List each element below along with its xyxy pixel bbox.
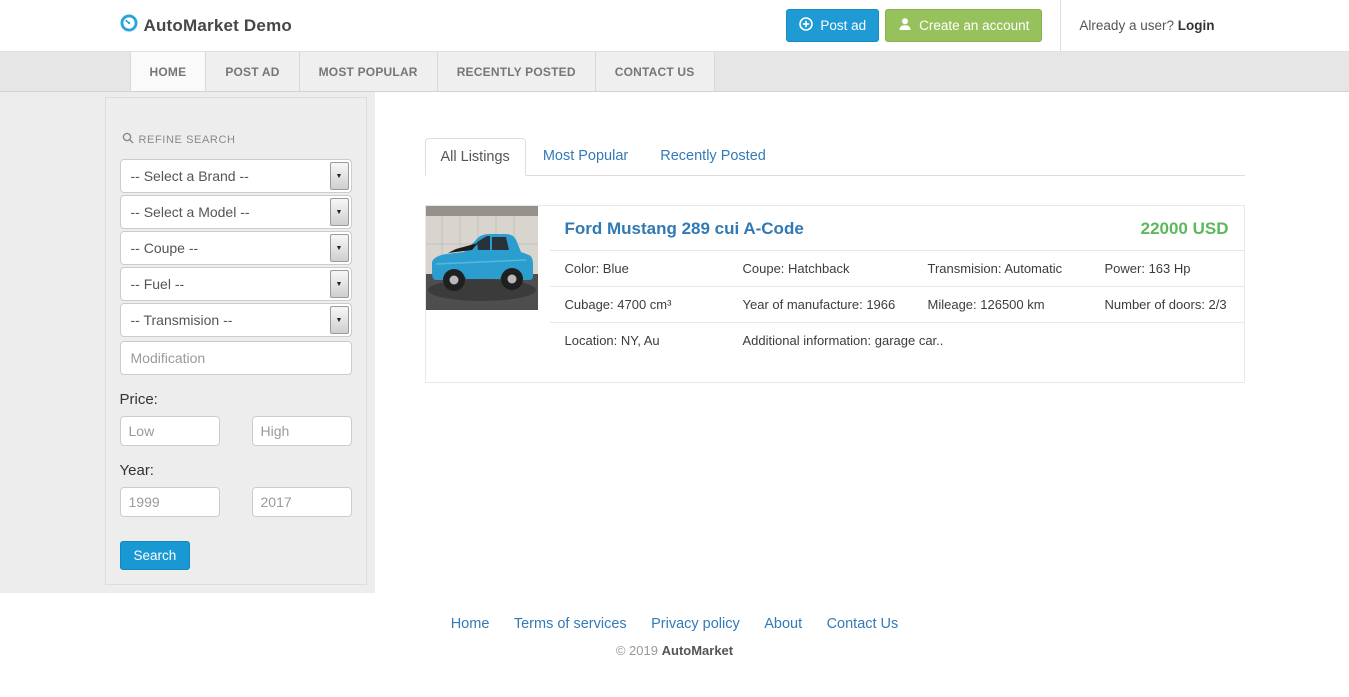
listing-details-row: Color: Blue Coupe: Hatchback Transmision… [550, 251, 1244, 287]
detail-color: Color: Blue [565, 251, 743, 286]
detail-coupe: Coupe: Hatchback [743, 251, 928, 286]
nav-item-contact-us[interactable]: CONTACT US [595, 52, 715, 91]
tab-all-listings[interactable]: All Listings [425, 138, 526, 176]
footer-link-contact[interactable]: Contact Us [827, 616, 899, 632]
copyright-brand: AutoMarket [662, 643, 734, 658]
price-high-input[interactable] [252, 416, 352, 446]
person-icon [898, 17, 912, 34]
fuel-select[interactable]: -- Fuel -- ▼ [120, 267, 352, 301]
year-to-input[interactable] [252, 487, 352, 517]
price-low-input[interactable] [120, 416, 220, 446]
chevron-down-icon: ▼ [330, 162, 349, 190]
model-select[interactable]: -- Select a Model -- ▼ [120, 195, 352, 229]
refine-search-panel: REFINE SEARCH -- Select a Brand -- ▼ -- … [105, 92, 396, 585]
detail-additional-info: Additional information: garage car.. [743, 323, 1229, 358]
listing-price: 22000 USD [1141, 219, 1229, 239]
detail-year: Year of manufacture: 1966 [743, 287, 928, 322]
footer-link-terms[interactable]: Terms of services [514, 616, 627, 632]
login-link[interactable]: Login [1178, 18, 1215, 33]
main-nav: HOME POST AD MOST POPULAR RECENTLY POSTE… [0, 52, 1349, 92]
listings-tabs: All Listings Most Popular Recently Poste… [425, 138, 1245, 176]
nav-item-most-popular[interactable]: MOST POPULAR [299, 52, 437, 91]
listing-title[interactable]: Ford Mustang 289 cui A-Code [565, 219, 804, 239]
footer-link-privacy[interactable]: Privacy policy [651, 616, 740, 632]
listings-area: All Listings Most Popular Recently Poste… [396, 92, 1245, 585]
tab-recently-posted[interactable]: Recently Posted [645, 138, 781, 175]
chevron-down-icon: ▼ [330, 270, 349, 298]
footer-link-about[interactable]: About [764, 616, 802, 632]
detail-location: Location: NY, Au [565, 323, 743, 358]
create-account-button[interactable]: Create an account [885, 9, 1042, 42]
brand-logo[interactable]: AutoMarket Demo [120, 14, 292, 37]
gauge-icon [120, 14, 138, 37]
magnifier-icon [122, 132, 134, 147]
already-user-text: Already a user? [1079, 18, 1174, 33]
nav-item-recently-posted[interactable]: RECENTLY POSTED [437, 52, 595, 91]
header: AutoMarket Demo Post ad [0, 0, 1349, 52]
transmission-select[interactable]: -- Transmision -- ▼ [120, 303, 352, 337]
plus-circle-icon [799, 17, 813, 34]
tab-most-popular[interactable]: Most Popular [528, 138, 643, 175]
post-ad-button[interactable]: Post ad [786, 9, 879, 42]
detail-cubage: Cubage: 4700 cm³ [565, 287, 743, 322]
detail-mileage: Mileage: 126500 km [928, 287, 1105, 322]
detail-transmission: Transmision: Automatic [928, 251, 1105, 286]
chevron-down-icon: ▼ [330, 234, 349, 262]
nav-item-home[interactable]: HOME [130, 52, 206, 91]
coupe-select[interactable]: -- Coupe -- ▼ [120, 231, 352, 265]
header-divider [1060, 0, 1061, 52]
detail-doors: Number of doors: 2/3 [1105, 287, 1229, 322]
create-account-label: Create an account [919, 18, 1029, 33]
year-from-input[interactable] [120, 487, 220, 517]
listing-details-row: Cubage: 4700 cm³ Year of manufacture: 19… [550, 287, 1244, 323]
chevron-down-icon: ▼ [330, 198, 349, 226]
year-label: Year: [120, 462, 352, 479]
search-button[interactable]: Search [120, 541, 191, 570]
brand-select[interactable]: -- Select a Brand -- ▼ [120, 159, 352, 193]
chevron-down-icon: ▼ [330, 306, 349, 334]
listing-card: Ford Mustang 289 cui A-Code 22000 USD Co… [425, 205, 1245, 383]
content: REFINE SEARCH -- Select a Brand -- ▼ -- … [0, 92, 1349, 593]
copyright-text: © 2019 AutoMarket [105, 643, 1245, 658]
footer: Home Terms of services Privacy policy Ab… [0, 593, 1349, 658]
nav-item-post-ad[interactable]: POST AD [205, 52, 298, 91]
listing-photo[interactable] [426, 206, 538, 310]
post-ad-label: Post ad [820, 18, 866, 33]
detail-power: Power: 163 Hp [1105, 251, 1229, 286]
modification-input[interactable] [120, 341, 352, 375]
footer-link-home[interactable]: Home [451, 616, 490, 632]
brand-name: AutoMarket Demo [144, 16, 292, 36]
price-label: Price: [120, 391, 352, 408]
listing-details-row: Location: NY, Au Additional information:… [550, 323, 1244, 358]
refine-search-title: REFINE SEARCH [122, 132, 352, 147]
